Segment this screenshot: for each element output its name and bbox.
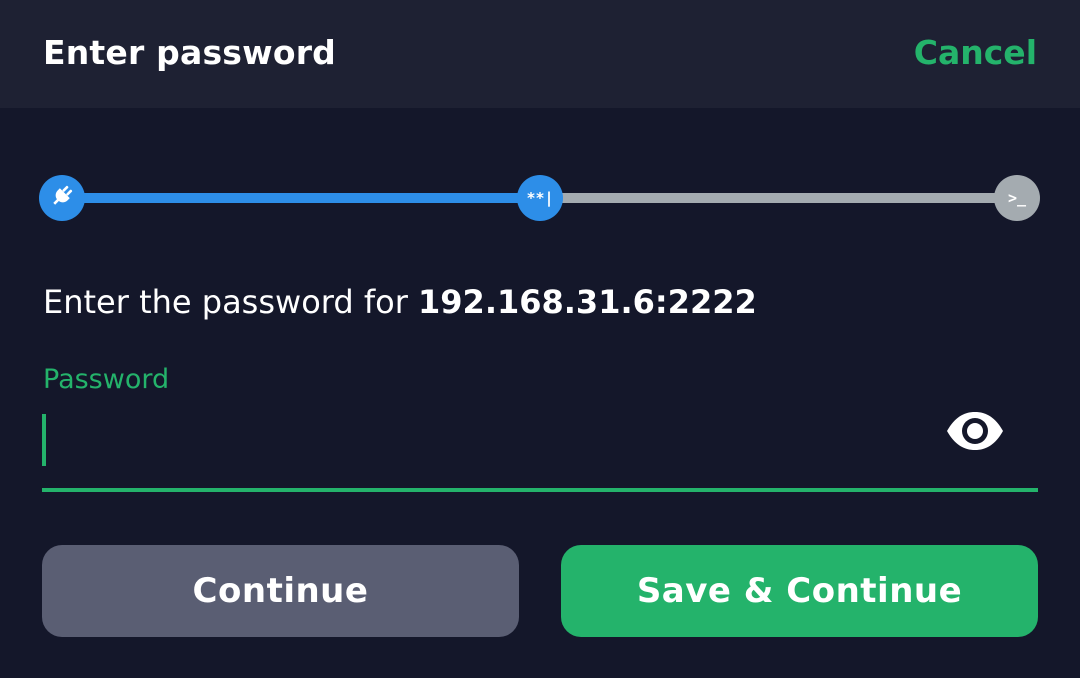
password-field-underline (42, 488, 1038, 492)
plug-icon (48, 182, 76, 214)
password-dialog: Enter password Cancel **| >_ Enter the p… (0, 0, 1080, 678)
eye-icon[interactable] (944, 407, 1006, 455)
prompt-text: Enter the password for (43, 283, 419, 321)
password-icon: **| (526, 189, 554, 207)
progress-stepper: **| >_ (0, 0, 1080, 240)
save-and-continue-button[interactable]: Save & Continue (561, 545, 1038, 637)
terminal-icon: >_ (1007, 189, 1027, 207)
password-field-label: Password (43, 364, 170, 395)
step-password: **| (517, 175, 563, 221)
stepper-track-pending (540, 193, 1017, 203)
password-input[interactable] (42, 405, 922, 475)
stepper-track-completed (62, 193, 540, 203)
text-caret (42, 414, 46, 466)
password-prompt: Enter the password for 192.168.31.6:2222 (43, 280, 757, 324)
host-address: 192.168.31.6:2222 (418, 283, 757, 321)
continue-button[interactable]: Continue (42, 545, 519, 637)
step-terminal: >_ (994, 175, 1040, 221)
step-connect (39, 175, 85, 221)
